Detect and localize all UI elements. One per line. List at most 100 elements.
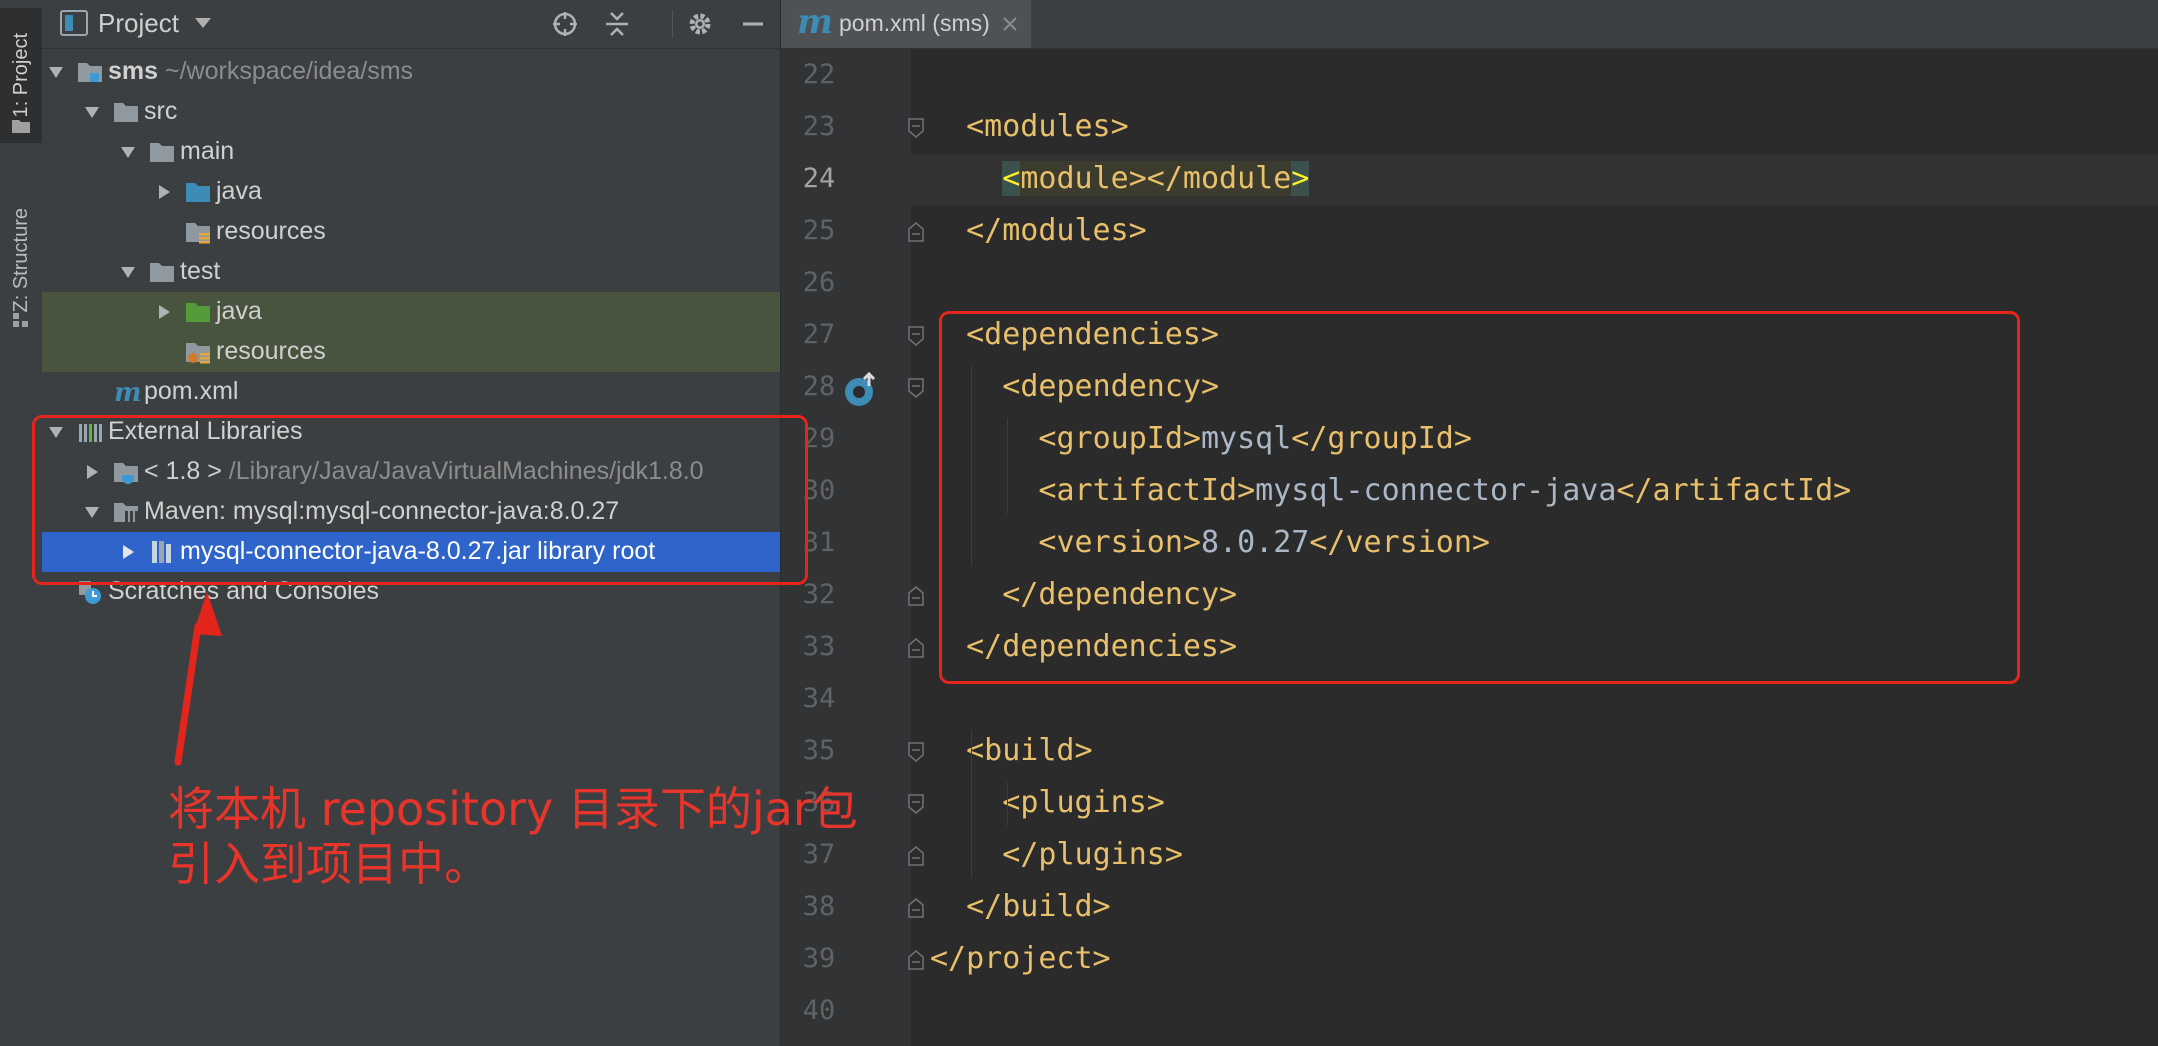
project-panel-title[interactable]: Project (98, 8, 179, 39)
tree-row-text: java (216, 297, 262, 325)
tree-row-main-resources[interactable]: resources (42, 212, 780, 252)
tree-row-sms[interactable]: sms ~/workspace/idea/sms (42, 52, 780, 92)
code-line[interactable]: 27 <dependencies> (781, 310, 2158, 362)
tree-row-text: test (180, 257, 221, 285)
tree-row-test-resources[interactable]: resources (42, 332, 780, 372)
tree-row-text: Scratches and Consoles (108, 577, 379, 605)
project-view-icon (60, 10, 88, 36)
code-line[interactable]: 26 (781, 258, 2158, 310)
code-line[interactable]: 28 <dependency> (781, 362, 2158, 414)
editor-tab-bar: m pom.xml (sms) (781, 0, 2158, 49)
maven-implemented-icon[interactable] (841, 370, 881, 410)
tree-row-text: resources (216, 337, 326, 365)
fold-close-icon[interactable] (907, 949, 925, 971)
code-text: <module></module> (1002, 161, 1310, 196)
code-line[interactable]: 37 </plugins> (781, 830, 2158, 882)
fold-open-icon[interactable] (907, 117, 925, 139)
minimize-icon[interactable] (738, 9, 768, 39)
source-root-folder-icon (184, 178, 212, 206)
code-line[interactable]: 22 (781, 50, 2158, 102)
code-text: <plugins> (1002, 785, 1165, 820)
line-number: 32 (802, 579, 836, 610)
line-number: 27 (802, 319, 836, 350)
code-line[interactable]: 34 (781, 674, 2158, 726)
folder-icon (148, 138, 176, 166)
code-line[interactable]: 25 </modules> (781, 206, 2158, 258)
line-number: 30 (802, 475, 836, 506)
jdk-icon (112, 458, 140, 486)
line-number: 26 (802, 267, 836, 298)
code-line[interactable]: 29 <groupId>mysql</groupId> (781, 414, 2158, 466)
line-number: 25 (802, 215, 836, 246)
editor: m pom.xml (sms) 22 23 <modules> 24 <module><… (781, 0, 2158, 1046)
fold-open-icon[interactable] (907, 741, 925, 763)
fold-close-icon[interactable] (907, 221, 925, 243)
collapse-all-icon[interactable] (602, 9, 632, 39)
expand-arrow-down-icon[interactable] (84, 504, 100, 520)
expand-arrow-down-icon[interactable] (120, 264, 136, 280)
fold-open-icon[interactable] (907, 325, 925, 347)
tree-row-label: Scratches and Consoles (108, 577, 379, 606)
chevron-down-icon[interactable] (194, 16, 212, 30)
tree-row-maven-lib[interactable]: Maven: mysql:mysql-connector-java:8.0.27 (42, 492, 780, 532)
tree-row-text: src (144, 97, 178, 125)
tree-row-label: resources (216, 217, 326, 246)
crosshair-icon[interactable] (550, 9, 580, 39)
line-number: 22 (802, 59, 836, 90)
tool-tab-structure-label: Z: Structure (9, 207, 32, 313)
resources-folder-icon (184, 218, 212, 246)
tree-row-pom[interactable]: m pom.xml (42, 372, 780, 412)
code-line[interactable]: 39 </project> (781, 934, 2158, 986)
line-number: 24 (802, 163, 836, 194)
tree-row-label: resources (216, 337, 326, 366)
tree-row-text: < 1.8 > (144, 457, 222, 485)
code-line[interactable]: 31 <version>8.0.27</version> (781, 518, 2158, 570)
code-line[interactable]: 38 </build> (781, 882, 2158, 934)
fold-close-icon[interactable] (907, 845, 925, 867)
tree-row-ext-libs[interactable]: External Libraries (42, 412, 780, 452)
close-icon[interactable] (1003, 17, 1017, 31)
expand-arrow-down-icon[interactable] (84, 104, 100, 120)
indent-guide (971, 730, 973, 878)
annotation-caption: 将本机 repository 目录下的jar包 引入到项目中。 (168, 782, 858, 892)
code-line[interactable]: 33 </dependencies> (781, 622, 2158, 674)
fold-close-icon[interactable] (907, 897, 925, 919)
code-line[interactable]: 23 <modules> (781, 102, 2158, 154)
expand-arrow-down-icon[interactable] (120, 144, 136, 160)
code-line[interactable]: 24 <module></module> (781, 154, 2158, 206)
expand-arrow-right-icon[interactable] (156, 304, 172, 320)
expand-arrow-down-icon[interactable] (48, 64, 64, 80)
tree-row-test-java[interactable]: java (42, 292, 780, 332)
tree-row-jar[interactable]: mysql-connector-java-8.0.27.jar library … (42, 532, 780, 572)
expand-arrow-right-icon[interactable] (120, 544, 136, 560)
tree-row-label: < 1.8 > /Library/Java/JavaVirtualMachine… (144, 457, 704, 486)
expand-arrow-right-icon[interactable] (156, 184, 172, 200)
fold-close-icon[interactable] (907, 637, 925, 659)
expand-arrow-right-icon[interactable] (84, 464, 100, 480)
code-line[interactable]: 32 </dependency> (781, 570, 2158, 622)
code-line[interactable]: 40 (781, 986, 2158, 1038)
tree-row-main[interactable]: main (42, 132, 780, 172)
gear-icon[interactable] (685, 9, 715, 39)
test-resources-folder-icon (184, 338, 212, 366)
code-line[interactable]: 30 <artifactId>mysql-connector-java</arti… (781, 466, 2158, 518)
editor-tab-pom[interactable]: m pom.xml (sms) (781, 0, 1031, 48)
tree-row-label: pom.xml (144, 377, 238, 406)
code-line[interactable]: 36 <plugins> (781, 778, 2158, 830)
line-number: 29 (802, 423, 836, 454)
expand-arrow-down-icon[interactable] (48, 424, 64, 440)
tree-row-test[interactable]: test (42, 252, 780, 292)
fold-close-icon[interactable] (907, 585, 925, 607)
tree-row-hint: /Library/Java/JavaVirtualMachines/jdk1.8… (221, 457, 704, 485)
tree-row-scratches[interactable]: Scratches and Consoles (42, 572, 780, 612)
fold-open-icon[interactable] (907, 377, 925, 399)
tree-row-jdk[interactable]: < 1.8 > /Library/Java/JavaVirtualMachine… (42, 452, 780, 492)
code-line[interactable]: 35 <build> (781, 726, 2158, 778)
folder-icon (148, 258, 176, 286)
project-tab-icon (12, 120, 30, 133)
line-number: 34 (802, 683, 836, 714)
fold-open-icon[interactable] (907, 793, 925, 815)
tree-row-src[interactable]: src (42, 92, 780, 132)
tree-row-main-java[interactable]: java (42, 172, 780, 212)
tree-row-label: External Libraries (108, 417, 303, 446)
